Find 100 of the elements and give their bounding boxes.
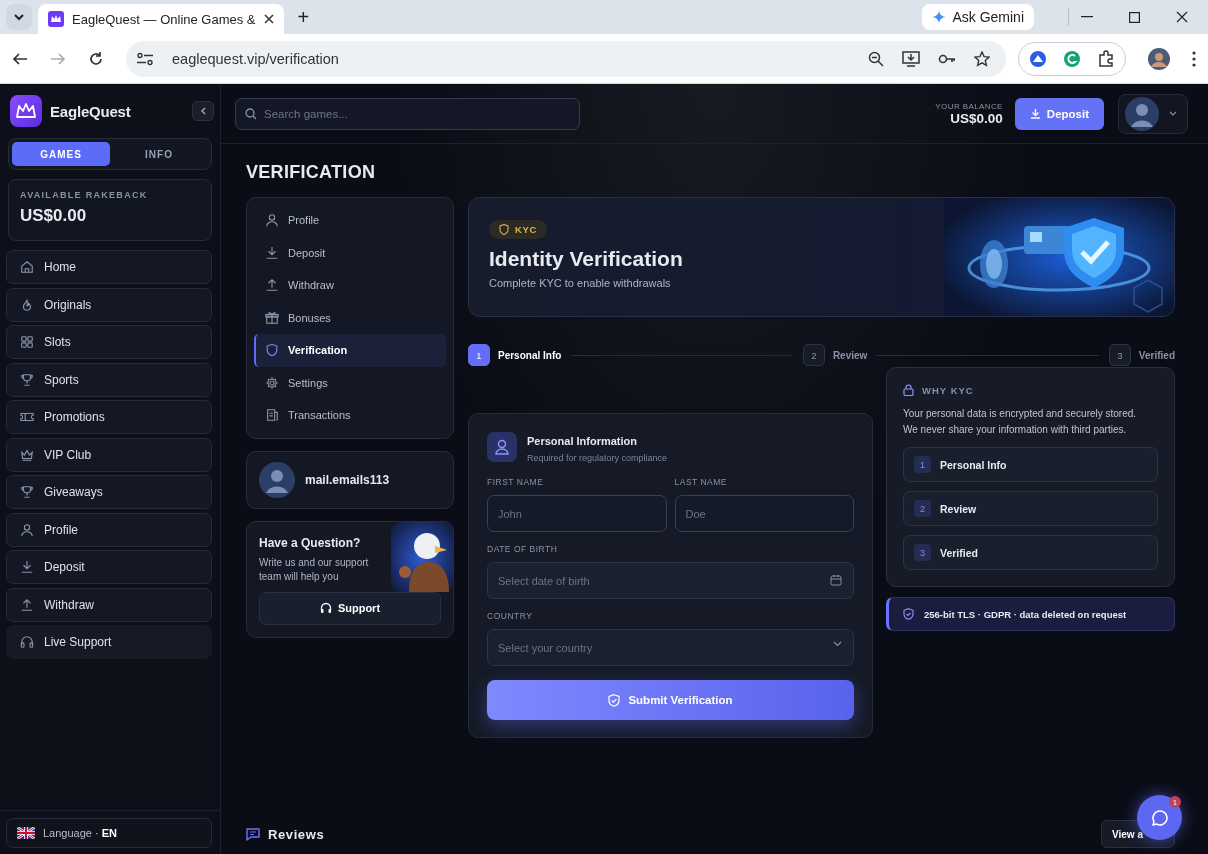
flame-icon bbox=[20, 297, 34, 312]
nav-item[interactable]: Sports bbox=[6, 362, 212, 397]
balance-label: YOUR BALANCE bbox=[935, 101, 1003, 111]
extension-icon[interactable] bbox=[1029, 49, 1047, 68]
back-icon[interactable] bbox=[12, 50, 28, 67]
step-label: Review bbox=[940, 502, 977, 515]
sidebar-tab[interactable]: GAMES bbox=[12, 142, 110, 166]
menu-item[interactable]: Verification bbox=[254, 334, 446, 367]
shield-icon bbox=[903, 608, 914, 620]
ask-gemini-button[interactable]: Ask Gemini bbox=[922, 4, 1034, 30]
avatar-icon bbox=[1125, 96, 1159, 131]
date-field[interactable]: Select date of birth bbox=[487, 562, 854, 599]
close-icon[interactable] bbox=[1176, 11, 1188, 23]
menu-item[interactable]: Profile bbox=[254, 204, 446, 237]
nav-item[interactable]: Withdraw bbox=[6, 587, 212, 622]
chevron-down-icon bbox=[13, 11, 25, 23]
step-label: Personal Info bbox=[940, 458, 1007, 471]
step-label: Review bbox=[832, 349, 868, 361]
step-number: 1 bbox=[914, 456, 931, 473]
menu-item[interactable]: Transactions bbox=[254, 399, 446, 432]
browser-tab[interactable]: EagleQuest — Online Games & bbox=[38, 4, 284, 34]
trophy-icon bbox=[20, 372, 34, 387]
close-icon[interactable] bbox=[263, 14, 274, 24]
step-number: 3 bbox=[1108, 344, 1131, 366]
zoom-icon[interactable] bbox=[868, 50, 884, 67]
nav-item[interactable]: Giveaways bbox=[6, 475, 212, 509]
step-label: Verified bbox=[1138, 349, 1175, 361]
menu-item[interactable]: Settings bbox=[254, 366, 446, 399]
menu-item[interactable]: Bonuses bbox=[254, 301, 446, 334]
nav-item[interactable]: Originals bbox=[6, 287, 212, 322]
nav-item[interactable]: VIP Club bbox=[6, 437, 212, 472]
uk-flag-icon bbox=[17, 827, 35, 839]
avatar-icon bbox=[259, 461, 295, 498]
chevron-down-icon bbox=[833, 641, 842, 647]
person-icon bbox=[20, 522, 34, 537]
gear-icon bbox=[265, 375, 279, 390]
receipt-icon bbox=[265, 408, 279, 423]
info-title: WHY KYC bbox=[922, 384, 974, 396]
form-title: Personal Information bbox=[527, 435, 639, 447]
account-menu-button[interactable] bbox=[1118, 93, 1188, 134]
chevron-left-icon bbox=[200, 107, 206, 115]
shield-icon bbox=[608, 693, 621, 707]
profile-avatar-icon[interactable] bbox=[1148, 47, 1170, 70]
nav-item[interactable]: Live Support bbox=[6, 625, 212, 659]
kyc-badge: KYC bbox=[489, 220, 547, 239]
person-icon bbox=[265, 213, 279, 228]
key-icon[interactable] bbox=[938, 52, 956, 65]
chat-button[interactable] bbox=[1137, 795, 1182, 840]
crown-logo-icon bbox=[10, 95, 42, 127]
deposit-button[interactable]: Deposit bbox=[1014, 97, 1104, 130]
search-icon bbox=[245, 107, 257, 120]
nav-item[interactable]: Slots bbox=[6, 325, 212, 359]
new-tab-button[interactable]: + bbox=[297, 7, 310, 27]
search-field[interactable]: Search games... bbox=[235, 97, 580, 130]
input-field[interactable]: Doe bbox=[674, 495, 854, 532]
reviews-title: Reviews bbox=[268, 826, 325, 842]
home-icon bbox=[20, 260, 34, 274]
tab-list-button[interactable] bbox=[6, 4, 32, 30]
upload-icon bbox=[20, 597, 34, 612]
sidebar-tab[interactable]: INFO bbox=[110, 142, 208, 166]
field-label: FIRST NAME bbox=[487, 477, 545, 487]
submit-button[interactable]: Submit Verification bbox=[487, 680, 854, 720]
upload-icon bbox=[265, 278, 279, 293]
headset-icon bbox=[20, 635, 34, 649]
security-note-text: 256-bit TLS · GDPR · data deleted on request bbox=[924, 608, 1127, 620]
puzzle-icon[interactable] bbox=[1097, 49, 1115, 68]
shield-icon bbox=[265, 343, 279, 358]
person-icon bbox=[487, 432, 517, 462]
info-text: Your personal data is encrypted and securely stored. We never share your information with third parties. bbox=[903, 407, 1138, 437]
reload-icon[interactable] bbox=[88, 50, 104, 67]
help-text: Write us and our support team will help you bbox=[259, 555, 370, 584]
site-settings-icon[interactable] bbox=[136, 51, 154, 66]
lock-icon bbox=[903, 384, 914, 396]
input-field[interactable]: John bbox=[487, 495, 667, 532]
nav-item[interactable]: Profile bbox=[6, 512, 212, 547]
star-icon[interactable] bbox=[974, 50, 990, 67]
user-name: mail.emails113 bbox=[305, 472, 390, 487]
headset-icon bbox=[319, 602, 332, 614]
nav-item[interactable]: Promotions bbox=[6, 400, 212, 434]
install-icon[interactable] bbox=[902, 50, 920, 67]
grammar-icon[interactable] bbox=[1063, 49, 1081, 68]
step-number: 2 bbox=[802, 344, 825, 366]
grid-icon bbox=[20, 335, 34, 349]
nav-item[interactable]: Home bbox=[6, 250, 212, 284]
dropdown[interactable]: Select your country bbox=[487, 629, 854, 666]
step-number: 2 bbox=[914, 500, 931, 517]
maximize-icon[interactable] bbox=[1129, 11, 1140, 23]
step-number: 1 bbox=[468, 344, 490, 366]
menu-item[interactable]: Withdraw bbox=[254, 269, 446, 302]
language-button[interactable]: Language · EN bbox=[6, 818, 212, 848]
nav-item[interactable]: Deposit bbox=[6, 550, 212, 584]
download-icon bbox=[20, 560, 34, 574]
brand-name: EagleQuest bbox=[50, 102, 132, 120]
minimize-icon[interactable] bbox=[1081, 16, 1093, 18]
support-button[interactable]: Support bbox=[259, 591, 441, 625]
menu-icon[interactable] bbox=[1192, 50, 1196, 67]
menu-item[interactable]: Deposit bbox=[254, 236, 446, 269]
page-title: VERIFICATION bbox=[246, 162, 377, 184]
collapse-button[interactable] bbox=[192, 101, 214, 121]
download-icon bbox=[1029, 108, 1041, 119]
